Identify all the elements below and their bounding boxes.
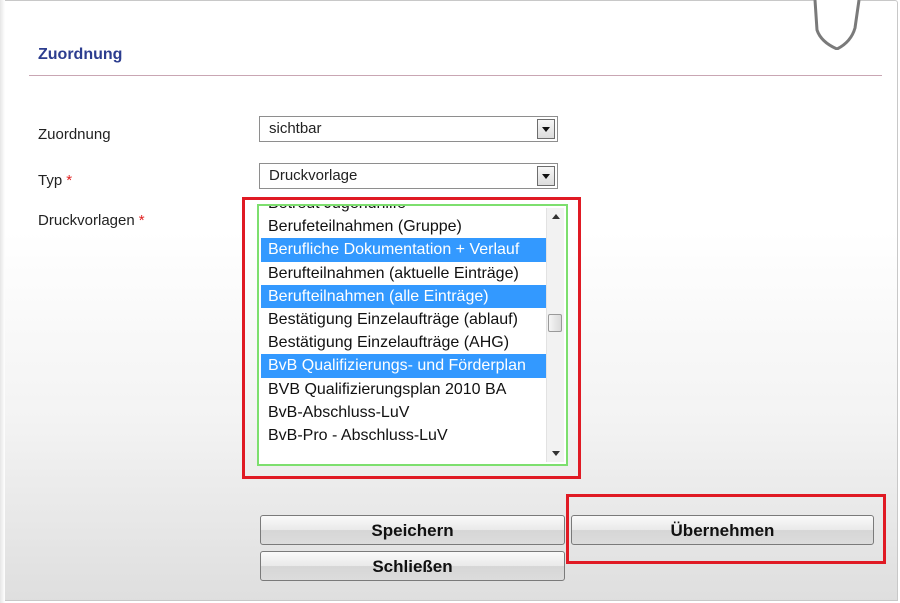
shield-logo-icon xyxy=(813,0,861,50)
zuordnung-select-value: sichtbar xyxy=(269,120,322,137)
highlight-box-apply xyxy=(566,494,886,564)
typ-select[interactable]: Druckvorlage xyxy=(259,163,558,189)
typ-label-text: Typ xyxy=(38,172,63,189)
scroll-down-arrow-icon[interactable] xyxy=(547,445,564,462)
required-marker: * xyxy=(138,212,145,229)
panel-edge xyxy=(0,0,5,603)
zuordnung-select[interactable]: sichtbar xyxy=(259,116,558,142)
chevron-down-icon[interactable] xyxy=(537,166,555,186)
listbox-option[interactable]: Berufteilnahmen (alle Einträge) xyxy=(261,284,546,308)
required-marker: * xyxy=(66,172,73,189)
druckvorlagen-label-text: Druckvorlagen xyxy=(38,212,135,229)
zuordnung-label-text: Zuordnung xyxy=(38,126,111,143)
listbox-option[interactable]: Berufeteilnahmen (Gruppe) xyxy=(261,215,546,238)
close-button[interactable]: Schließen xyxy=(260,551,565,581)
listbox-option[interactable]: Berufliche Dokumentation + Verlauf xyxy=(261,238,546,262)
listbox-option[interactable]: Berufteilnahmen (aktuelle Einträge) xyxy=(261,262,546,285)
listbox-option[interactable]: Bestätigung Einzelaufträge (AHG) xyxy=(261,331,546,354)
chevron-down-icon[interactable] xyxy=(537,119,555,139)
typ-select-value: Druckvorlage xyxy=(269,167,358,184)
druckvorlagen-label: Druckvorlagen * xyxy=(38,212,145,229)
listbox-items: Betreut JugendhilfeBerufeteilnahmen (Gru… xyxy=(261,206,546,447)
scroll-up-arrow-icon[interactable] xyxy=(547,208,564,225)
listbox-option[interactable]: Bestätigung Einzelaufträge (ablauf) xyxy=(261,308,546,331)
section-divider xyxy=(29,75,882,76)
listbox-option[interactable]: BvB-Pro - Abschluss-LuV xyxy=(261,424,546,447)
save-button[interactable]: Speichern xyxy=(260,515,565,545)
listbox-option[interactable]: BVB Qualifizierungsplan 2010 BA xyxy=(261,378,546,401)
scrollbar-thumb[interactable] xyxy=(548,314,562,332)
listbox-scrollbar[interactable] xyxy=(546,208,564,462)
listbox-option[interactable]: BvB Qualifizierungs- und Förderplan xyxy=(261,354,546,378)
listbox-option[interactable]: Betreut Jugendhilfe xyxy=(261,206,546,215)
section-title: Zuordnung xyxy=(38,46,123,63)
zuordnung-label: Zuordnung xyxy=(38,126,111,143)
listbox-option[interactable]: BvB-Abschluss-LuV xyxy=(261,401,546,424)
listbox-viewport: Betreut JugendhilfeBerufeteilnahmen (Gru… xyxy=(261,206,546,464)
typ-label: Typ * xyxy=(38,172,72,189)
druckvorlagen-listbox[interactable]: Betreut JugendhilfeBerufeteilnahmen (Gru… xyxy=(257,204,568,466)
